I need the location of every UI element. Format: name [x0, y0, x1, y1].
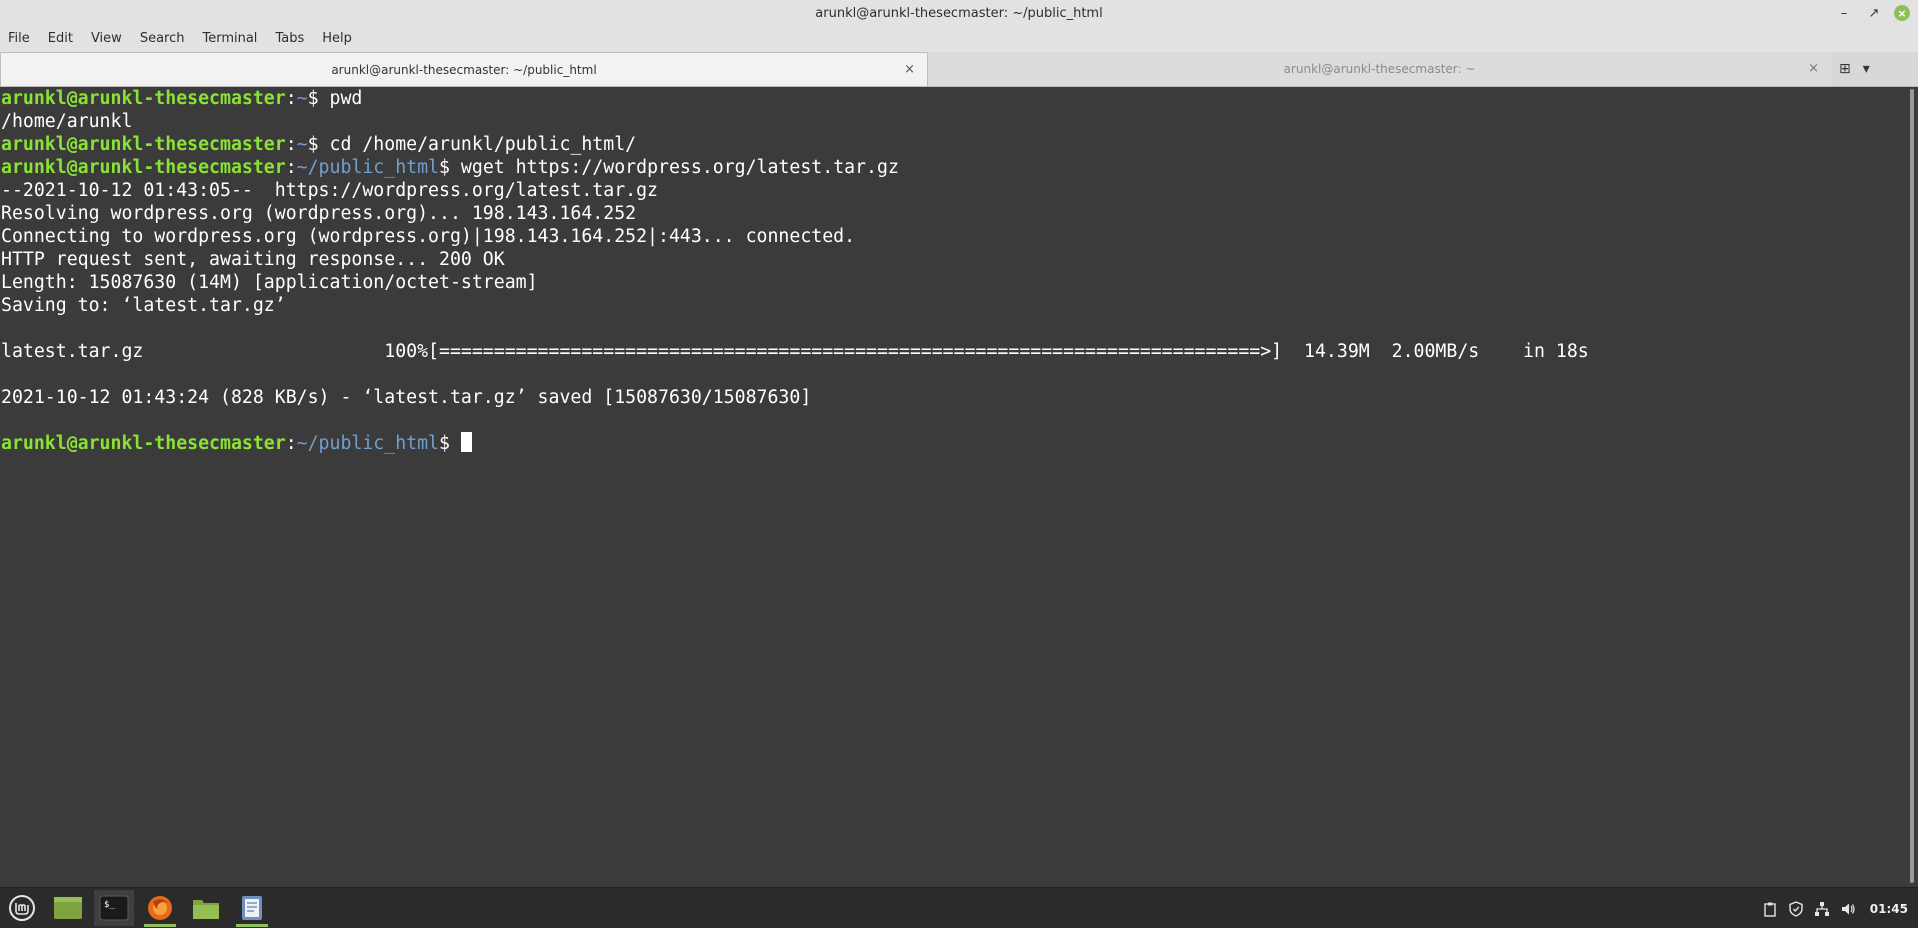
prompt-path: ~ — [296, 88, 308, 109]
mint-menu-button[interactable] — [2, 890, 42, 926]
taskbar: $_ 01:45 — [0, 887, 1918, 928]
terminal-output-line: Resolving wordpress.org (wordpress.org).… — [1, 203, 637, 224]
show-desktop-button[interactable] — [48, 890, 88, 926]
text-editor-icon — [242, 896, 262, 920]
tab-label: arunkl@arunkl-thesecmaster: ~ — [1283, 62, 1476, 76]
menu-help[interactable]: Help — [313, 26, 361, 52]
terminal-cursor — [460, 432, 472, 452]
terminal-output-line: Length: 15087630 (14M) [application/octe… — [1, 272, 538, 293]
terminal-scrollbar[interactable] — [1906, 87, 1918, 886]
text-editor-taskbar-button[interactable] — [232, 890, 272, 927]
tab-menu-chevron-down-icon[interactable]: ▾ — [1863, 61, 1870, 77]
new-tab-icon[interactable]: ⊞ — [1839, 61, 1851, 77]
command-text: cd /home/arunkl/public_html/ — [318, 134, 637, 155]
menu-search[interactable]: Search — [131, 26, 194, 52]
terminal-output-line: Saving to: ‘latest.tar.gz’ — [1, 295, 286, 316]
terminal-prompt-line: arunkl@arunkl-thesecmaster:~/public_html… — [1, 157, 899, 178]
prompt-user: arunkl@arunkl-thesecmaster — [1, 88, 286, 109]
window-title: arunkl@arunkl-thesecmaster: ~/public_htm… — [815, 5, 1103, 21]
command-text: wget https://wordpress.org/latest.tar.gz — [449, 157, 899, 178]
terminal-output[interactable]: arunkl@arunkl-thesecmaster:~$ pwd/home/a… — [0, 87, 1906, 886]
prompt-path: ~ — [296, 134, 308, 155]
scrollbar-thumb[interactable] — [1910, 89, 1914, 883]
terminal-prompt-line: arunkl@arunkl-thesecmaster:~$ pwd — [1, 88, 363, 109]
tab-home[interactable]: arunkl@arunkl-thesecmaster: ~ × — [928, 52, 1831, 86]
minimize-icon[interactable]: – — [1834, 3, 1854, 23]
terminal-output-line: --2021-10-12 01:43:05-- https://wordpres… — [1, 180, 658, 201]
maximize-icon[interactable]: ↗ — [1864, 3, 1884, 23]
prompt-user: arunkl@arunkl-thesecmaster — [1, 134, 286, 155]
system-tray: 01:45 — [1762, 888, 1908, 928]
tab-public-html[interactable]: arunkl@arunkl-thesecmaster: ~/public_htm… — [0, 52, 928, 86]
command-text — [450, 433, 461, 454]
command-text: pwd — [318, 88, 363, 109]
tab-close-icon[interactable]: × — [1808, 61, 1819, 76]
prompt-path: ~/public_html — [296, 433, 440, 454]
menu-view[interactable]: View — [82, 26, 131, 52]
terminal-output-line: ​ — [1, 409, 1906, 432]
terminal-output-line: HTTP request sent, awaiting response... … — [1, 249, 505, 270]
folder-icon — [193, 900, 219, 919]
network-icon[interactable] — [1814, 901, 1830, 917]
clipboard-icon[interactable] — [1762, 901, 1778, 917]
desktop-icon — [54, 897, 82, 919]
tab-close-icon[interactable]: × — [904, 62, 915, 77]
terminal-output-line: 2021-10-12 01:43:24 (828 KB/s) - ‘latest… — [1, 387, 812, 408]
terminal-output-line: ​ — [1, 363, 1906, 386]
terminal-output-line: latest.tar.gz 100%[=====================… — [1, 341, 1589, 362]
prompt-user: arunkl@arunkl-thesecmaster — [1, 433, 286, 454]
menu-tabs[interactable]: Tabs — [266, 26, 313, 52]
terminal-lines: arunkl@arunkl-thesecmaster:~$ pwd/home/a… — [0, 87, 1906, 455]
taskbar-launchers: $_ — [2, 890, 272, 927]
terminal-icon-text: $_ — [104, 900, 115, 910]
menu-edit[interactable]: Edit — [39, 26, 82, 52]
volume-icon[interactable] — [1840, 901, 1856, 917]
tab-label: arunkl@arunkl-thesecmaster: ~/public_htm… — [331, 62, 597, 77]
terminal-prompt-line: arunkl@arunkl-thesecmaster:~$ cd /home/a… — [1, 134, 637, 155]
menu-bar: File Edit View Search Terminal Tabs Help — [0, 26, 1918, 52]
terminal-output-line: Connecting to wordpress.org (wordpress.o… — [1, 226, 856, 247]
mint-menu-icon — [9, 895, 35, 921]
firefox-taskbar-button[interactable] — [140, 890, 180, 927]
menu-terminal[interactable]: Terminal — [193, 26, 266, 52]
prompt-path: ~/public_html — [296, 157, 440, 178]
screen: arunkl@arunkl-thesecmaster: ~/public_htm… — [0, 0, 1918, 928]
prompt-user: arunkl@arunkl-thesecmaster — [1, 157, 286, 178]
clock[interactable]: 01:45 — [1870, 902, 1908, 916]
close-icon[interactable]: × — [1894, 5, 1910, 21]
terminal-output-line: /home/arunkl — [1, 111, 133, 132]
terminal-taskbar-button[interactable]: $_ — [94, 890, 134, 926]
shield-icon[interactable] — [1788, 900, 1804, 917]
terminal-prompt-line: arunkl@arunkl-thesecmaster:~/public_html… — [1, 432, 1906, 455]
tab-bar: arunkl@arunkl-thesecmaster: ~/public_htm… — [0, 52, 1918, 87]
menu-file[interactable]: File — [0, 26, 39, 52]
tab-actions: ⊞ ▾ — [1831, 52, 1870, 86]
firefox-icon — [148, 896, 172, 920]
terminal-output-line: ​ — [1, 317, 1906, 340]
files-taskbar-button[interactable] — [186, 890, 226, 926]
window-controls: – ↗ × — [1834, 3, 1910, 23]
terminal-icon: $_ — [99, 895, 129, 921]
window-titlebar[interactable]: arunkl@arunkl-thesecmaster: ~/public_htm… — [0, 0, 1918, 26]
